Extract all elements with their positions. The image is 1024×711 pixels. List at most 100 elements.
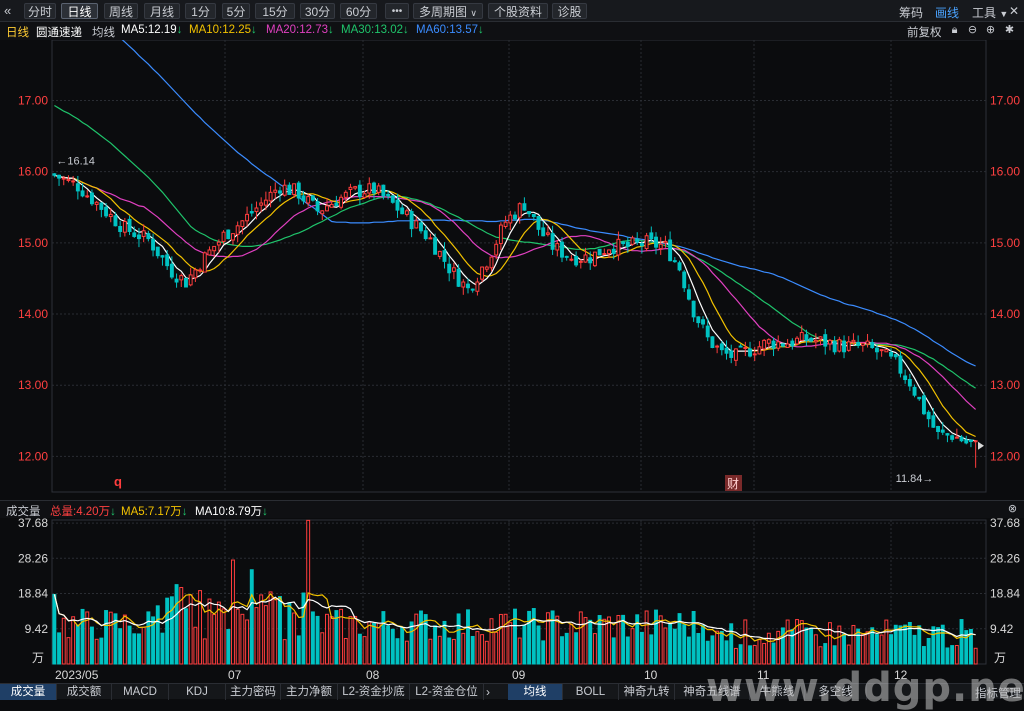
candle-body [715,345,720,348]
volume-bar [912,634,917,665]
candle-body [748,348,752,357]
volume-bar [889,634,893,665]
volume-bar [71,616,76,665]
candle-body [668,239,673,262]
volume-bar [259,594,264,665]
candle-body [522,203,527,211]
candle-body [658,243,663,250]
diagnose-button[interactable]: 诊股 [552,3,587,19]
low-price-annotation: 11.84→ [896,473,934,485]
chevron-down-icon: ∨ [470,8,477,18]
indicator-tab[interactable]: L2-资金抄底 [338,684,410,700]
period-button[interactable]: 月线 [144,3,180,19]
event-marker-q[interactable]: q [114,474,122,489]
overlay-tab[interactable]: BOLL [563,684,619,700]
candle-body [414,220,419,229]
volume-bar [240,613,245,665]
period-button[interactable]: 15分 [255,3,295,19]
adjust-mode-button[interactable]: 前复权 [907,24,942,40]
candle-body [813,339,818,343]
candle-body [137,234,141,240]
stock-name[interactable]: 圆通速递 [36,24,82,40]
indicator-tab[interactable]: 主力密码 [226,684,281,700]
volume-bar [809,627,814,665]
close-icon[interactable]: ✕ [1009,4,1019,18]
volume-bar [621,614,626,665]
volume-bar [99,637,104,665]
chip-button[interactable]: 筹码 [899,4,923,21]
candle-body [315,201,320,212]
volume-title[interactable]: 成交量 [6,503,41,519]
avg-line-label[interactable]: 均线 [92,24,115,40]
volume-bar [66,637,71,665]
volume-bar [517,637,522,665]
price-tick-right: 14.00 [990,307,1020,321]
period-button[interactable]: 30分 [300,3,335,19]
kline-chart[interactable]: 17.00 17.00 16.00 16.00 15.00 15.00 14.00 14.00… [0,40,1024,683]
candle-body [174,278,179,283]
more-button[interactable]: ••• [385,3,409,19]
candle-body [235,225,240,235]
double-chevron-left-icon[interactable]: « [4,3,11,18]
price-tick-right: 16.00 [990,165,1020,179]
period-button[interactable]: 日线 [61,3,98,19]
period-button[interactable]: 周线 [104,3,138,19]
ma20-line [54,174,976,410]
period-button[interactable]: 分时 [24,3,56,19]
minus-circle-icon[interactable]: ⊖ [967,25,978,36]
arrow-down-icon: ↓ [478,24,484,36]
price-tick-left: 12.00 [18,449,48,463]
candle-body [343,191,348,198]
draw-line-button[interactable]: 画线 [935,4,959,21]
volume-bar [503,613,508,665]
volume-bar [630,628,635,665]
indicator-tab[interactable]: 主力净额 [281,684,338,700]
volume-bar [466,609,470,665]
plus-circle-icon[interactable]: ⊕ [985,25,996,36]
volume-tick-left: 9.42 [25,622,49,636]
lock-icon[interactable]: 🔒︎ [949,25,960,36]
candle-body [498,224,503,245]
candle-body [757,346,762,355]
arrow-down-icon: ↓ [262,506,268,518]
candle-body [809,337,814,342]
volume-bar [799,620,804,665]
settings-icon[interactable]: ✱ [1004,25,1015,36]
tools-button[interactable]: 工具 ▼ [972,4,1008,21]
high-price-annotation: ←16.14 [56,156,95,168]
close-panel-icon[interactable]: ⊗ [1007,504,1018,515]
multi-period-button[interactable]: 多周期图 ∨ [413,3,483,19]
period-button[interactable]: 5分 [222,3,250,19]
candle-body [564,255,569,258]
overlay-tab[interactable]: 均线 [508,684,563,700]
ma10-value: MA10:12.25 [189,24,252,36]
candle-body [240,220,245,227]
indicator-tab[interactable]: KDJ [169,684,226,700]
volume-bar [141,626,146,665]
indicator-tab[interactable]: L2-资金仓位 [410,684,484,700]
indicator-tab[interactable]: 成交额 [57,684,112,700]
volume-bar [541,640,546,665]
candle-body [870,342,875,349]
candle-body [433,237,438,255]
volume-bar [846,644,851,665]
candle-body [71,180,76,183]
chevron-right-icon[interactable]: › [486,685,490,699]
stock-info-button[interactable]: 个股资料 [488,3,548,19]
price-tick-left: 16.00 [18,165,48,179]
indicator-tab[interactable]: MACD [112,684,169,700]
volume-bar [207,598,212,665]
overlay-tab[interactable]: 神奇九转 [619,684,675,700]
candle-body [780,343,785,347]
candle-body [216,241,221,246]
x-axis-label: 08 [366,668,380,682]
candle-body [762,339,767,350]
candle-body [503,221,508,227]
volume-bar [733,647,738,665]
volume-bar [108,611,113,665]
indicator-tab[interactable]: 成交量 [0,684,57,700]
period-button[interactable]: 1分 [185,3,216,19]
candle-body [592,251,597,267]
period-button[interactable]: 60分 [340,3,377,19]
ma20-legend: MA20:12.73↓ [266,24,334,36]
